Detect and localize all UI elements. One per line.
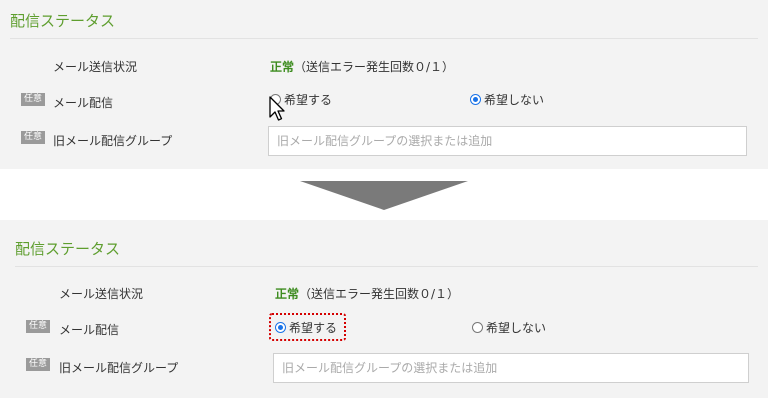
status-ok-text: 正常 bbox=[275, 287, 300, 301]
status-detail-text: （送信エラー発生回数０/１） bbox=[299, 287, 460, 301]
old-group-label: 旧メール配信グループ bbox=[53, 134, 173, 148]
radio-not-want-label: 希望しない bbox=[486, 321, 547, 335]
mail-delivery-label: メール配信 bbox=[59, 323, 120, 337]
section-title: 配信ステータス bbox=[15, 240, 121, 258]
old-group-label: 旧メール配信グループ bbox=[59, 361, 179, 375]
before-panel: 配信ステータス メール送信状況 正常（送信エラー発生回数０/１） 任意 メール配… bbox=[0, 0, 768, 169]
optional-badge: 任意 bbox=[21, 93, 46, 106]
section-title: 配信ステータス bbox=[10, 12, 116, 30]
optional-badge: 任意 bbox=[26, 358, 51, 371]
optional-badge: 任意 bbox=[21, 131, 46, 144]
mail-delivery-label: メール配信 bbox=[53, 96, 114, 110]
radio-want[interactable]: 希望する bbox=[275, 319, 337, 336]
mail-status-value: 正常（送信エラー発生回数０/１） bbox=[270, 58, 454, 75]
radio-not-want-circle[interactable] bbox=[472, 322, 483, 333]
mail-status-label: メール送信状況 bbox=[59, 287, 144, 301]
status-detail-text: （送信エラー発生回数０/１） bbox=[294, 60, 455, 74]
down-arrow-icon bbox=[300, 181, 468, 210]
mail-status-label: メール送信状況 bbox=[53, 60, 138, 74]
radio-want-label: 希望する bbox=[289, 321, 338, 335]
mail-status-value: 正常（送信エラー発生回数０/１） bbox=[275, 285, 459, 302]
radio-want-circle[interactable] bbox=[275, 322, 286, 333]
radio-not-want[interactable]: 希望しない bbox=[472, 319, 546, 336]
status-ok-text: 正常 bbox=[270, 60, 295, 74]
radio-not-want-label: 希望しない bbox=[484, 93, 545, 107]
after-panel: 配信ステータス メール送信状況 正常（送信エラー発生回数０/１） 任意 メール配… bbox=[0, 220, 768, 398]
radio-not-want[interactable]: 希望しない bbox=[470, 91, 544, 108]
optional-badge: 任意 bbox=[26, 320, 51, 333]
radio-not-want-circle[interactable] bbox=[470, 94, 481, 105]
old-group-input[interactable]: 旧メール配信グループの選択または追加 bbox=[268, 126, 747, 156]
mouse-cursor-icon bbox=[269, 96, 285, 121]
section-divider bbox=[10, 38, 758, 39]
old-group-input[interactable]: 旧メール配信グループの選択または追加 bbox=[273, 353, 749, 383]
section-divider bbox=[15, 266, 758, 267]
radio-want-label: 希望する bbox=[284, 93, 333, 107]
